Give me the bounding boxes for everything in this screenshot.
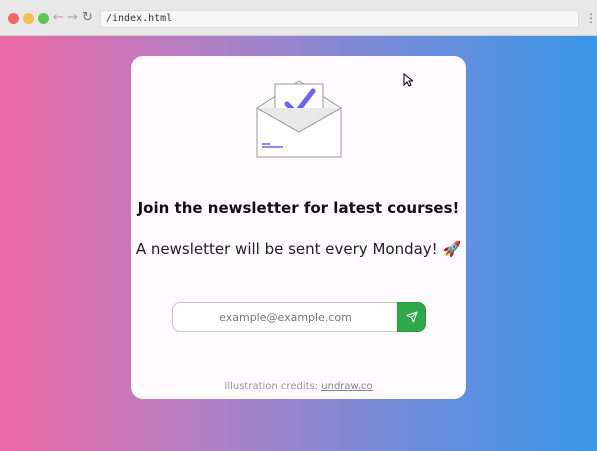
minimize-window-button[interactable] (23, 13, 34, 24)
envelope-checkmark-icon (256, 80, 342, 158)
maximize-window-button[interactable] (38, 13, 49, 24)
reload-icon[interactable]: ↻ (82, 10, 93, 26)
arrow-right-icon[interactable]: → (67, 10, 78, 26)
browser-chrome: ← → ↻ /index.html ⋮ (0, 0, 597, 36)
arrow-left-icon[interactable]: ← (53, 10, 64, 26)
email-field[interactable] (172, 302, 398, 332)
subscribe-button[interactable] (397, 302, 426, 332)
address-bar[interactable]: /index.html (100, 10, 579, 28)
page-background: Join the newsletter for latest courses! … (0, 36, 597, 451)
newsletter-card: Join the newsletter for latest courses! … (131, 56, 466, 399)
mouse-cursor-icon (403, 73, 413, 87)
illustration-credits: Illustration credits: undraw.co (131, 381, 466, 392)
kebab-menu-icon[interactable]: ⋮ (585, 10, 597, 26)
send-icon (406, 311, 417, 323)
page-title: Join the newsletter for latest courses! (137, 199, 460, 217)
newsletter-subtitle: A newsletter will be sent every Monday! … (135, 240, 462, 258)
undraw-link[interactable]: undraw.co (321, 381, 372, 392)
subscribe-form (172, 302, 426, 332)
credits-label: Illustration credits: (224, 381, 322, 392)
close-window-button[interactable] (8, 13, 19, 24)
